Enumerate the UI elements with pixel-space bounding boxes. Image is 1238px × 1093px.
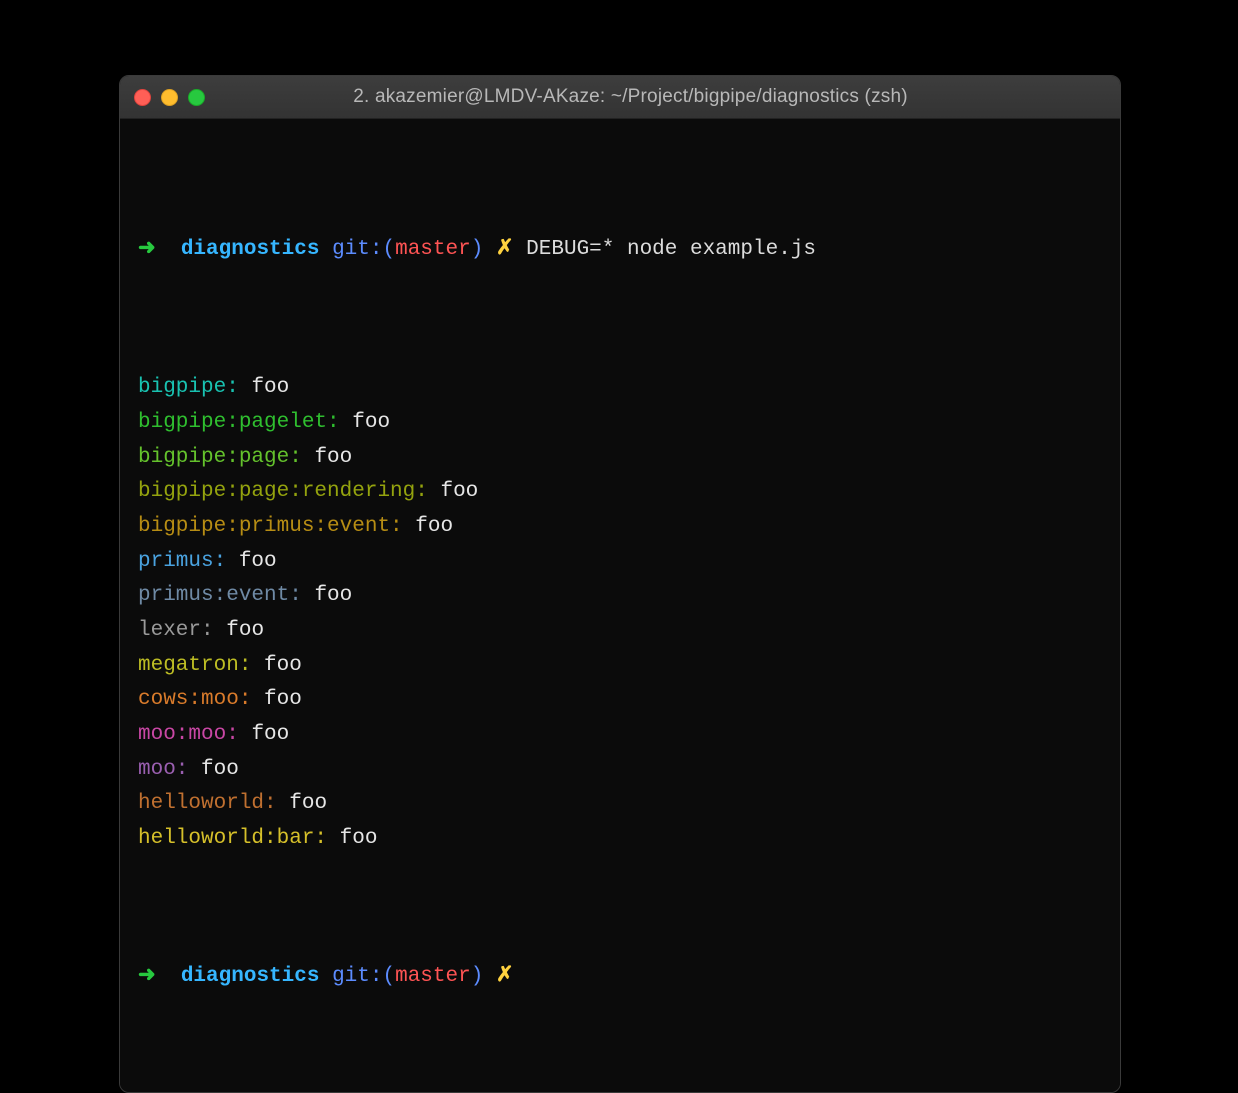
output-line: moo:moo: foo bbox=[138, 718, 1102, 753]
debug-namespace: lexer: bbox=[138, 619, 214, 642]
prompt-paren-open: ( bbox=[382, 238, 395, 261]
output-line: megatron: foo bbox=[138, 649, 1102, 684]
debug-message: foo bbox=[239, 550, 277, 573]
debug-message: foo bbox=[264, 654, 302, 677]
command-text: DEBUG=* node example.js bbox=[526, 238, 816, 261]
prompt-git-label: git: bbox=[332, 965, 382, 988]
prompt-arrow-icon: ➜ bbox=[138, 965, 156, 988]
debug-namespace: helloworld: bbox=[138, 792, 277, 815]
window-title: 2. akazemier@LMDV-AKaze: ~/Project/bigpi… bbox=[155, 86, 1106, 108]
debug-message: foo bbox=[226, 619, 264, 642]
prompt-paren-open: ( bbox=[382, 965, 395, 988]
debug-namespace: helloworld:bar: bbox=[138, 827, 327, 850]
debug-message: foo bbox=[251, 376, 289, 399]
output-line: primus:event: foo bbox=[138, 579, 1102, 614]
debug-namespace: bigpipe:page:rendering: bbox=[138, 480, 428, 503]
debug-namespace: primus: bbox=[138, 550, 226, 573]
debug-namespace: bigpipe: bbox=[138, 376, 239, 399]
debug-message: foo bbox=[251, 723, 289, 746]
debug-message: foo bbox=[314, 584, 352, 607]
debug-message: foo bbox=[415, 515, 453, 538]
titlebar: 2. akazemier@LMDV-AKaze: ~/Project/bigpi… bbox=[120, 76, 1120, 119]
prompt-branch: master bbox=[395, 238, 471, 261]
output-line: moo: foo bbox=[138, 753, 1102, 788]
prompt-arrow-icon: ➜ bbox=[138, 238, 156, 261]
output-line: bigpipe:page:rendering: foo bbox=[138, 475, 1102, 510]
terminal-body[interactable]: ➜ diagnostics git:(master) ✗ DEBUG=* nod… bbox=[120, 119, 1120, 1092]
debug-message: foo bbox=[314, 446, 352, 469]
debug-message: foo bbox=[352, 411, 390, 434]
output-line: bigpipe:primus:event: foo bbox=[138, 510, 1102, 545]
prompt-git-label: git: bbox=[332, 238, 382, 261]
prompt-dirty-icon: ✗ bbox=[496, 238, 514, 261]
prompt-dirty-icon: ✗ bbox=[496, 965, 514, 988]
prompt-line: ➜ diagnostics git:(master) ✗ bbox=[138, 960, 1102, 995]
debug-namespace: megatron: bbox=[138, 654, 251, 677]
output-line: cows:moo: foo bbox=[138, 683, 1102, 718]
output-line: primus: foo bbox=[138, 545, 1102, 580]
prompt-line: ➜ diagnostics git:(master) ✗ DEBUG=* nod… bbox=[138, 233, 1102, 268]
debug-message: foo bbox=[264, 688, 302, 711]
output-line: helloworld:bar: foo bbox=[138, 822, 1102, 857]
prompt-paren-close: ) bbox=[471, 965, 484, 988]
close-icon[interactable] bbox=[134, 89, 151, 106]
prompt-branch: master bbox=[395, 965, 471, 988]
prompt-cwd: diagnostics bbox=[181, 238, 320, 261]
debug-namespace: bigpipe:pagelet: bbox=[138, 411, 340, 434]
debug-namespace: bigpipe:primus:event: bbox=[138, 515, 403, 538]
debug-namespace: moo: bbox=[138, 758, 188, 781]
debug-message: foo bbox=[340, 827, 378, 850]
debug-message: foo bbox=[440, 480, 478, 503]
debug-namespace: primus:event: bbox=[138, 584, 302, 607]
prompt-cwd: diagnostics bbox=[181, 965, 320, 988]
output-line: lexer: foo bbox=[138, 614, 1102, 649]
output-line: bigpipe: foo bbox=[138, 371, 1102, 406]
debug-namespace: cows:moo: bbox=[138, 688, 251, 711]
debug-namespace: moo:moo: bbox=[138, 723, 239, 746]
terminal-window: 2. akazemier@LMDV-AKaze: ~/Project/bigpi… bbox=[119, 75, 1121, 1093]
debug-message: foo bbox=[201, 758, 239, 781]
debug-namespace: bigpipe:page: bbox=[138, 446, 302, 469]
output-line: helloworld: foo bbox=[138, 787, 1102, 822]
debug-message: foo bbox=[289, 792, 327, 815]
output-line: bigpipe:page: foo bbox=[138, 441, 1102, 476]
output-line: bigpipe:pagelet: foo bbox=[138, 406, 1102, 441]
prompt-paren-close: ) bbox=[471, 238, 484, 261]
